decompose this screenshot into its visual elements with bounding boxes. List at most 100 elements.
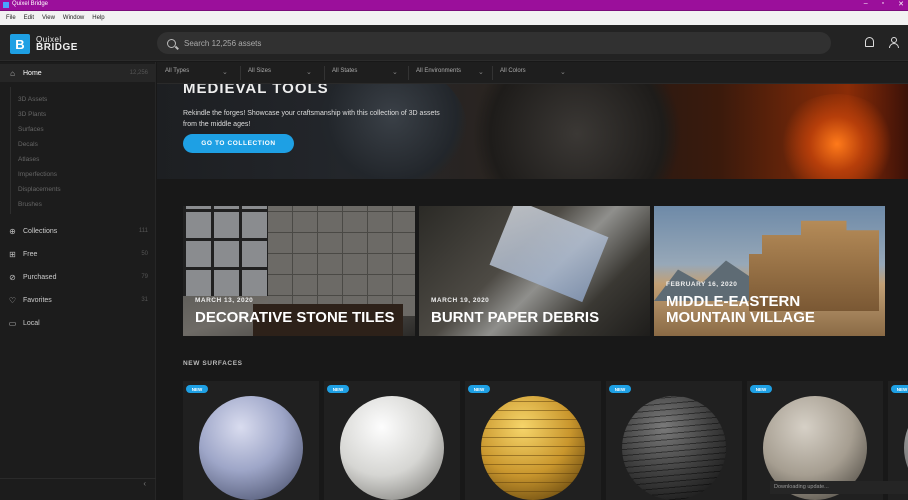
filter-type[interactable]: All Types ⌄ xyxy=(165,68,228,76)
sidebar-item-label: Collections xyxy=(23,227,58,235)
sidebar-sub-surfaces[interactable]: Surfaces xyxy=(18,126,44,133)
sidebar-sub-decals[interactable]: Decals xyxy=(18,141,38,148)
chevron-down-icon: ⌄ xyxy=(306,69,312,76)
monitor-icon: ▭ xyxy=(8,318,17,328)
surface-preview xyxy=(481,396,585,500)
filter-state[interactable]: All States ⌄ xyxy=(332,68,398,76)
check-circle-icon: ⊘ xyxy=(9,272,16,282)
sidebar-item-label: Free xyxy=(23,250,38,258)
search-bar[interactable] xyxy=(157,32,831,54)
chevron-down-icon: ⌄ xyxy=(222,69,228,76)
new-badge: NEW xyxy=(750,385,772,393)
surface-preview xyxy=(199,396,303,500)
section-heading: NEW SURFACES xyxy=(183,360,243,367)
window-controls: – ▫ ✕ xyxy=(864,0,904,8)
filter-label: All Colors xyxy=(500,68,526,74)
featured-card[interactable]: FEBRUARY 16, 2020 MIDDLE-EASTERN MOUNTAI… xyxy=(654,206,885,336)
search-icon xyxy=(167,38,176,48)
collections-icon: ⊕ xyxy=(9,226,16,236)
featured-title: MIDDLE-EASTERN MOUNTAIN VILLAGE xyxy=(666,293,815,326)
menu-view[interactable]: View xyxy=(42,15,55,21)
filter-color[interactable]: All Colors ⌄ xyxy=(500,68,566,76)
new-badge: NEW xyxy=(891,385,908,393)
new-badge: NEW xyxy=(609,385,631,393)
menu-window[interactable]: Window xyxy=(63,15,84,21)
heart-icon: ♡ xyxy=(8,295,17,305)
featured-date: MARCH 19, 2020 xyxy=(431,297,490,304)
sidebar-sub-3d-plants[interactable]: 3D Plants xyxy=(18,111,46,118)
filter-label: All Environments xyxy=(416,68,462,74)
home-subcategories xyxy=(10,87,156,214)
featured-card[interactable]: MARCH 13, 2020 DECORATIVE STONE TILES xyxy=(183,206,415,336)
close-button[interactable]: ✕ xyxy=(898,0,904,8)
chevron-down-icon: ⌄ xyxy=(560,69,566,76)
app-icon xyxy=(3,2,9,8)
go-to-collection-button[interactable]: GO TO COLLECTION xyxy=(183,134,294,153)
sidebar-item-home[interactable]: ⌂ Home 12,256 xyxy=(0,64,156,82)
featured-card[interactable]: MARCH 19, 2020 BURNT PAPER DEBRIS xyxy=(419,206,650,336)
filter-label: All Sizes xyxy=(248,68,272,74)
featured-date: FEBRUARY 16, 2020 xyxy=(666,281,738,288)
window-title-bar: Quixel Bridge – ▫ ✕ xyxy=(0,0,908,11)
sidebar-item-local[interactable]: ▭ Local xyxy=(0,314,156,332)
hero-title: MEDIEVAL TOOLS xyxy=(183,84,329,97)
featured-date: MARCH 13, 2020 xyxy=(195,297,254,304)
update-toast: Downloading update... xyxy=(770,481,908,494)
sidebar-item-label: Favorites xyxy=(23,296,52,304)
maximize-button[interactable]: ▫ xyxy=(882,0,884,8)
sidebar-item-label: Purchased xyxy=(23,273,57,281)
notifications-bell-icon[interactable] xyxy=(865,37,874,47)
sidebar-item-label: Home xyxy=(23,69,42,77)
window-title: Quixel Bridge xyxy=(12,1,49,7)
menu-help[interactable]: Help xyxy=(92,15,104,21)
hero-description: Rekindle the forges! Showcase your craft… xyxy=(183,110,440,128)
logo-text: Quixel BRIDGE xyxy=(36,36,78,53)
sidebar-collapse-button[interactable]: ‹ xyxy=(0,478,156,492)
filter-size[interactable]: All Sizes ⌄ xyxy=(248,68,312,76)
filter-environment[interactable]: All Environments ⌄ xyxy=(416,68,484,76)
surface-preview xyxy=(622,396,726,500)
menu-edit[interactable]: Edit xyxy=(24,15,34,21)
bridge-logo[interactable]: B Quixel BRIDGE xyxy=(10,34,78,54)
sidebar-item-count: 12,256 xyxy=(129,70,148,76)
gift-icon: ⊞ xyxy=(9,249,16,259)
sidebar-sub-atlases[interactable]: Atlases xyxy=(18,156,39,163)
sidebar-item-purchased[interactable]: ⊘ Purchased 79 xyxy=(0,268,156,286)
hero-image xyxy=(317,84,467,179)
logo-mark: B xyxy=(10,34,30,54)
sidebar-sub-brushes[interactable]: Brushes xyxy=(18,201,42,208)
top-bar: B Quixel BRIDGE xyxy=(0,25,908,61)
new-badge: NEW xyxy=(468,385,490,393)
menu-bar: File Edit View Window Help xyxy=(0,11,908,25)
sidebar-sub-displacements[interactable]: Displacements xyxy=(18,186,61,193)
surface-card[interactable]: NEW xyxy=(324,381,460,500)
sidebar-item-count: 50 xyxy=(141,251,148,257)
surface-card[interactable]: NEW xyxy=(465,381,601,500)
chevron-down-icon: ⌄ xyxy=(478,69,484,76)
surface-preview xyxy=(340,396,444,500)
menu-file[interactable]: File xyxy=(6,15,16,21)
home-icon: ⌂ xyxy=(10,68,15,78)
new-badge: NEW xyxy=(186,385,208,393)
sidebar-item-count: 79 xyxy=(141,274,148,280)
filter-label: All Types xyxy=(165,68,190,74)
sidebar-sub-imperfections[interactable]: Imperfections xyxy=(18,171,57,178)
surface-card[interactable]: NEW xyxy=(183,381,319,500)
sidebar-item-label: Local xyxy=(23,319,40,327)
hero-banner[interactable]: MEDIEVAL TOOLS Rekindle the forges! Show… xyxy=(157,84,908,179)
sidebar-item-count: 31 xyxy=(141,297,148,303)
sidebar-sub-3d-assets[interactable]: 3D Assets xyxy=(18,96,47,103)
surface-card[interactable]: NEW xyxy=(606,381,742,500)
filter-label: All States xyxy=(332,68,358,74)
sidebar-item-count: 111 xyxy=(138,228,148,234)
user-profile-icon[interactable] xyxy=(889,37,899,48)
new-badge: NEW xyxy=(327,385,349,393)
minimize-button[interactable]: – xyxy=(864,0,868,8)
search-input[interactable] xyxy=(184,38,784,48)
logo-line2: BRIDGE xyxy=(36,42,78,53)
sidebar-item-collections[interactable]: ⊕ Collections 111 xyxy=(0,222,156,240)
chevron-down-icon: ⌄ xyxy=(392,69,398,76)
featured-title: BURNT PAPER DEBRIS xyxy=(431,309,600,326)
sidebar-item-free[interactable]: ⊞ Free 50 xyxy=(0,245,156,263)
sidebar-item-favorites[interactable]: ♡ Favorites 31 xyxy=(0,291,156,309)
